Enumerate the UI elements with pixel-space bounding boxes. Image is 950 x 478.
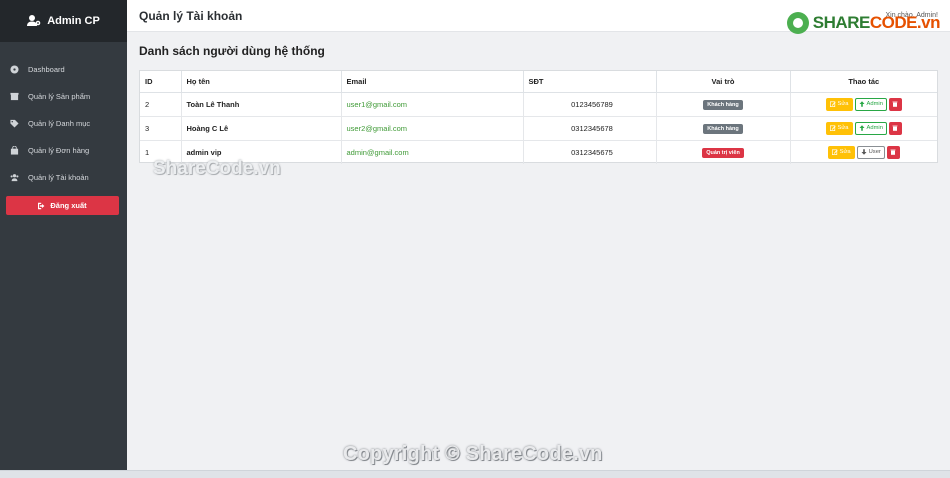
edit-icon <box>829 125 836 131</box>
trash-icon <box>890 149 896 156</box>
sidebar-item-orders[interactable]: Quản lý Đơn hàng <box>0 137 127 164</box>
sidebar-item-label: Quản lý Sản phẩm <box>28 92 91 101</box>
edit-icon <box>829 101 836 107</box>
topbar: Quản lý Tài khoản Xin chào, Admin! SHARE… <box>127 0 950 34</box>
promote-label: Admin <box>866 101 883 107</box>
admin-app: Admin CP Dashboard Quản lý Sản phẩm Quản… <box>0 0 950 478</box>
shopping-bag-icon <box>9 146 19 156</box>
delete-button[interactable] <box>886 145 900 159</box>
sharecode-logo-mark <box>786 12 809 34</box>
cell-actions: Sửa Admin <box>790 116 937 141</box>
role-badge: Quản trị viên <box>702 147 744 158</box>
trash-icon <box>892 125 898 131</box>
section-title: Danh sách người dùng hệ thống <box>139 44 325 58</box>
sidebar-item-label: Quản lý Tài khoản <box>28 173 89 182</box>
os-taskbar <box>0 470 950 478</box>
cell-phone: 0312345678 <box>523 116 657 141</box>
trash-icon <box>892 101 898 107</box>
promote-admin-button[interactable]: Admin <box>854 121 887 135</box>
sidebar-item-label: Quản lý Danh mục <box>28 119 91 128</box>
column-header-name: Họ tên <box>181 71 342 93</box>
delete-button[interactable] <box>888 97 902 111</box>
edit-icon <box>831 149 838 156</box>
edit-button[interactable]: Sửa <box>825 121 853 135</box>
logout-button[interactable]: Đăng xuất <box>6 196 119 215</box>
users-icon <box>9 173 19 183</box>
sidebar: Admin CP Dashboard Quản lý Sản phẩm Quản… <box>0 0 127 470</box>
sidebar-item-categories[interactable]: Quản lý Danh mục <box>0 110 127 137</box>
role-badge: Khách hàng <box>703 123 743 134</box>
sidebar-item-label: Quản lý Đơn hàng <box>28 146 90 155</box>
column-header-role: Vai trò <box>656 71 791 93</box>
promote-label: Admin <box>866 125 883 131</box>
cell-role: Khách hàng <box>656 92 791 117</box>
page-title: Quản lý Tài khoản <box>139 9 243 23</box>
edit-label: Sửa <box>839 149 851 156</box>
edit-label: Sửa <box>837 101 849 107</box>
column-header-phone: SĐT <box>523 71 657 93</box>
brand-title: Admin CP <box>47 15 100 27</box>
arrow-up-icon <box>859 125 865 131</box>
cell-id: 2 <box>140 92 182 117</box>
cell-role: Quản trị viên <box>656 140 791 164</box>
edit-button[interactable]: Sửa <box>827 145 855 159</box>
column-header-id: ID <box>140 71 182 93</box>
cell-phone: 0312345675 <box>523 140 657 164</box>
column-header-actions: Thao tác <box>790 71 937 93</box>
copyright-watermark: Copyright © ShareCode.vn <box>343 443 603 465</box>
cell-id: 3 <box>140 116 182 141</box>
edit-label: Sửa <box>837 125 849 131</box>
users-table: ID Họ tên Email SĐT Vai trò Thao tác 2 T… <box>140 71 937 164</box>
logout-label: Đăng xuất <box>50 201 87 210</box>
sidebar-nav: Dashboard Quản lý Sản phẩm Quản lý Danh … <box>0 56 127 191</box>
edit-button[interactable]: Sửa <box>825 97 853 111</box>
box-icon <box>9 92 19 102</box>
arrow-up-icon <box>859 101 865 107</box>
delete-button[interactable] <box>888 121 902 135</box>
cell-name: Toàn Lê Thanh <box>181 92 342 117</box>
sign-out-icon <box>38 202 45 209</box>
sidebar-item-accounts[interactable]: Quản lý Tài khoản <box>0 164 127 191</box>
sharecode-logo: SHARECODE.vn <box>786 12 941 34</box>
arrow-down-icon <box>861 149 867 155</box>
cell-email: user2@gmail.com <box>341 116 524 141</box>
sidebar-item-products[interactable]: Quản lý Sản phẩm <box>0 83 127 110</box>
cell-actions: Sửa User <box>790 140 937 164</box>
table-row: 3 Hoàng C Lê user2@gmail.com 0312345678 … <box>140 116 937 141</box>
brand[interactable]: Admin CP <box>0 0 127 42</box>
cell-name: Hoàng C Lê <box>181 116 342 141</box>
user-cog-icon <box>27 15 41 26</box>
cell-email: user1@gmail.com <box>341 92 524 117</box>
sidebar-item-label: Dashboard <box>28 65 65 74</box>
tag-icon <box>9 119 19 129</box>
users-table-card: ID Họ tên Email SĐT Vai trò Thao tác 2 T… <box>139 70 938 164</box>
role-badge: Khách hàng <box>703 99 743 110</box>
demote-label: User <box>868 149 881 156</box>
table-header-row: ID Họ tên Email SĐT Vai trò Thao tác <box>140 71 937 93</box>
column-header-email: Email <box>341 71 524 93</box>
cell-phone: 0123456789 <box>523 92 657 117</box>
sharecode-logo-text: SHARECODE.vn <box>812 13 941 32</box>
cell-email: admin@gmail.com <box>341 140 524 164</box>
demote-user-button[interactable]: User <box>856 145 885 159</box>
cell-role: Khách hàng <box>656 116 791 141</box>
dashboard-icon <box>9 65 19 75</box>
promote-admin-button[interactable]: Admin <box>854 97 887 111</box>
cell-actions: Sửa Admin <box>790 92 937 117</box>
table-row: 2 Toàn Lê Thanh user1@gmail.com 01234567… <box>140 92 937 117</box>
watermark-text: ShareCode.vn <box>153 158 281 179</box>
sidebar-item-dashboard[interactable]: Dashboard <box>0 56 127 83</box>
